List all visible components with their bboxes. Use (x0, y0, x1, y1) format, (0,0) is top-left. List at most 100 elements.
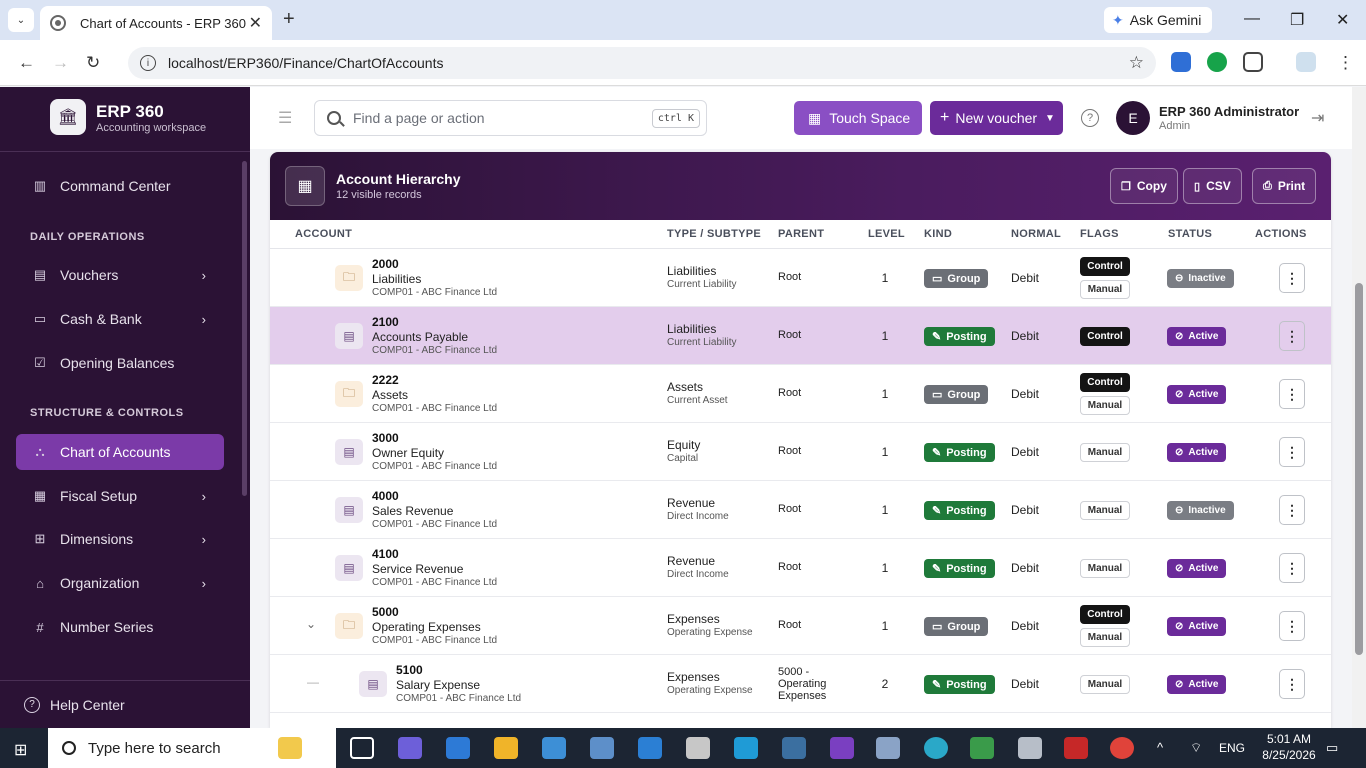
sidebar-item-chart-of-accounts[interactable]: ⛬ Chart of Accounts (16, 434, 224, 470)
close-window-button[interactable]: ✕ (1336, 10, 1349, 30)
col-status[interactable]: STATUS (1168, 228, 1212, 240)
row-actions-button[interactable]: ⋮ (1279, 263, 1305, 293)
restore-button[interactable]: ❐ (1290, 10, 1304, 30)
calendar-icon: ▦ (33, 488, 47, 503)
table-row[interactable]: ▤ 4000 Sales Revenue COMP01 - ABC Finance L… (270, 481, 1331, 539)
search-input[interactable]: Find a page or action ctrl K (314, 100, 707, 136)
extension-icon[interactable] (1171, 52, 1191, 72)
windows-start-icon[interactable]: ⊞ (14, 740, 27, 760)
status-label: Inactive (1188, 505, 1226, 516)
copy-button[interactable]: ❐ Copy (1110, 168, 1178, 204)
notification-icon[interactable]: ▭ (1326, 740, 1338, 756)
normal-balance: Debit (1011, 503, 1040, 517)
row-actions-button[interactable]: ⋮ (1279, 321, 1305, 351)
row-actions-button[interactable]: ⋮ (1279, 379, 1305, 409)
sidebar-item-cash-bank[interactable]: ▭ Cash & Bank › (16, 301, 224, 337)
row-actions-button[interactable]: ⋮ (1279, 669, 1305, 699)
postgres-icon[interactable] (782, 737, 806, 759)
table-row[interactable]: 🗀 2000 Liabilities COMP01 - ABC Finance Ltd… (270, 249, 1331, 307)
col-account[interactable]: ACCOUNT (295, 228, 352, 240)
app-icon[interactable] (970, 737, 994, 759)
tab-search-button[interactable]: ⌄ (8, 8, 34, 32)
tray-chevron-icon[interactable]: ^ (1157, 740, 1163, 755)
visual-studio-icon[interactable] (830, 737, 854, 759)
new-tab-button[interactable]: + (283, 8, 295, 31)
col-kind[interactable]: KIND (924, 228, 952, 240)
menu-toggle-icon[interactable]: ☰ (278, 108, 292, 128)
touch-space-button[interactable]: ▦ Touch Space (794, 101, 922, 135)
main-scrollbar[interactable] (1352, 87, 1366, 728)
card-subtitle: 12 visible records (336, 189, 422, 201)
account-type: Equity (667, 438, 701, 452)
reload-button[interactable]: ↻ (86, 53, 100, 73)
browser-tab[interactable]: Chart of Accounts - ERP 360 ✕ (40, 6, 272, 40)
edge-icon[interactable] (734, 737, 758, 759)
col-type[interactable]: TYPE / SUBTYPE (667, 228, 761, 240)
collapse-chevron-icon[interactable]: ⌄ (306, 617, 316, 631)
app-icon[interactable] (876, 737, 900, 759)
sidebar-scrollbar[interactable] (242, 161, 247, 496)
check-circle-icon: ⊘ (1175, 679, 1184, 690)
scrollbar-thumb[interactable] (1355, 283, 1363, 655)
logout-icon[interactable]: ⇥ (1311, 108, 1324, 128)
table-row[interactable]: ⌄ 🗀 5000 Operating Expenses COMP01 - ABC Fin… (270, 597, 1331, 655)
app-icon[interactable] (446, 737, 470, 759)
vscode-icon[interactable] (638, 737, 662, 759)
grammarly-icon[interactable] (1207, 52, 1227, 72)
url-bar[interactable]: i localhost/ERP360/Finance/ChartOfAccoun… (128, 47, 1156, 79)
col-parent[interactable]: PARENT (778, 228, 824, 240)
app-icon[interactable] (686, 737, 710, 759)
network-icon[interactable]: ⌔ (1190, 740, 1202, 756)
bookmark-star-icon[interactable]: ☆ (1129, 53, 1144, 73)
app-icon[interactable] (542, 737, 566, 759)
sidebar-item-fiscal-setup[interactable]: ▦ Fiscal Setup › (16, 478, 224, 514)
row-actions-button[interactable]: ⋮ (1279, 553, 1305, 583)
app-icon[interactable] (924, 737, 948, 759)
account-level: 1 (881, 329, 889, 343)
sidebar-item-vouchers[interactable]: ▤ Vouchers › (16, 257, 224, 293)
sidebar-item-command-center[interactable]: ▥ Command Center (16, 168, 224, 204)
table-row[interactable]: ▤ 2100 Accounts Payable COMP01 - ABC Financ… (270, 307, 1331, 365)
col-flags[interactable]: FLAGS (1080, 228, 1119, 240)
sidebar-item-number-series[interactable]: # Number Series (16, 609, 224, 645)
print-button[interactable]: ⎙ Print (1252, 168, 1317, 204)
task-view-icon[interactable] (350, 737, 374, 759)
profile-icon[interactable] (1296, 52, 1316, 72)
table-row[interactable]: 🗀 2222 Assets COMP01 - ABC Finance Ltd Asset… (270, 365, 1331, 423)
sidebar-item-dimensions[interactable]: ⊞ Dimensions › (16, 521, 224, 557)
avatar[interactable]: E (1116, 101, 1150, 135)
minimize-button[interactable]: — (1244, 10, 1260, 28)
new-voucher-button[interactable]: + New voucher ▼ (930, 101, 1063, 135)
sidebar-item-organization[interactable]: ⌂ Organization › (16, 565, 224, 601)
forward-button[interactable]: → (52, 53, 69, 73)
extensions-puzzle-icon[interactable] (1243, 52, 1263, 72)
table-row[interactable]: ▤ 4100 Service Revenue COMP01 - ABC Finance… (270, 539, 1331, 597)
file-explorer-icon[interactable] (494, 737, 518, 759)
col-normal[interactable]: NORMAL (1011, 228, 1061, 240)
close-tab-icon[interactable]: ✕ (249, 13, 262, 33)
database-icon[interactable] (1018, 737, 1042, 759)
help-center-link[interactable]: ? Help Center (0, 680, 250, 728)
site-info-icon[interactable]: i (140, 55, 156, 71)
back-button[interactable]: ← (18, 53, 35, 73)
row-actions-button[interactable]: ⋮ (1279, 611, 1305, 641)
widgets-icon[interactable] (278, 737, 302, 759)
table-row[interactable]: — ▤ 5100 Salary Expense COMP01 - ABC Finance… (270, 655, 1331, 713)
browser-menu-icon[interactable]: ⋮ (1337, 53, 1354, 73)
language-indicator[interactable]: ENG (1219, 741, 1245, 755)
csv-button[interactable]: ▯ CSV (1183, 168, 1242, 204)
col-level[interactable]: LEVEL (868, 228, 905, 240)
row-actions-button[interactable]: ⋮ (1279, 495, 1305, 525)
app-icon[interactable] (590, 737, 614, 759)
help-icon[interactable]: ? (1081, 109, 1099, 127)
row-actions-button[interactable]: ⋮ (1279, 437, 1305, 467)
document-icon: ▤ (335, 439, 363, 465)
clock[interactable]: 5:01 AM 8/25/2026 (1258, 731, 1320, 763)
filezilla-icon[interactable] (1064, 737, 1088, 759)
table-row[interactable]: ▤ 3000 Owner Equity COMP01 - ABC Finance Lt… (270, 423, 1331, 481)
copilot-icon[interactable] (398, 737, 422, 759)
sidebar-item-opening-balances[interactable]: ☑ Opening Balances (16, 345, 224, 381)
ask-gemini-button[interactable]: ✦ Ask Gemini (1104, 7, 1212, 33)
account-subtype: Operating Expense (667, 627, 753, 638)
chrome-icon[interactable] (1110, 737, 1134, 759)
